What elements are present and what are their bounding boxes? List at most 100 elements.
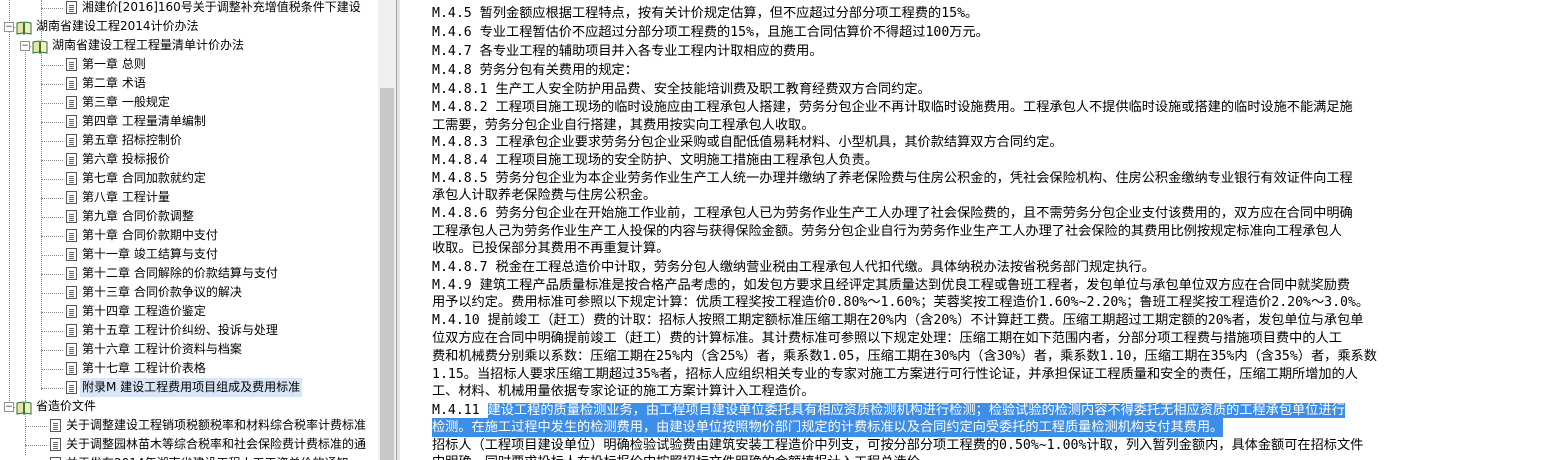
doc-line: M.4.8.7 税金在工程总造价中计取，劳务分包人缴纳营业税由工程承包人代扣代缴… (432, 260, 1155, 275)
doc-line: M.4.8.3 工程承包企业要求劳务分包企业采购或自配低值易耗材料、小型机具，其… (432, 135, 1063, 150)
tree-node[interactable]: 第十五章 工程计价纠纷、投诉与处理 (80, 321, 280, 340)
tree-connector (25, 45, 26, 455)
collapse-toggle-icon[interactable]: − (4, 22, 14, 32)
page-icon (66, 96, 77, 109)
page-icon (66, 362, 77, 375)
doc-line: M.4.10 提前竣工（赶工）费的计取：招标人按照工期定额标准压缩工期在20%内… (432, 313, 1364, 328)
tree-connector (41, 103, 63, 104)
page-icon (66, 381, 77, 394)
tree-node[interactable]: 第十三章 合同价款争议的解决 (80, 283, 244, 302)
page-icon (66, 305, 77, 318)
tree-connector (41, 388, 63, 389)
doc-line-prefix: M.4.11 (432, 403, 488, 418)
tree-node[interactable]: 关于发布2014年湖南省建设工程人工工资单价的通知 (64, 454, 351, 460)
page-icon (66, 58, 77, 71)
document-content: M.4.5 暂列金额应根据工程特点，按有关计价规定估算，但不应超过分部分项工程费… (400, 0, 1556, 460)
tree-node[interactable]: 第十一章 竣工结算与支付 (80, 245, 220, 264)
tree-connector (41, 8, 63, 9)
tree-node-label: 第九章 合同价款调整 (82, 209, 194, 223)
tree-node[interactable]: 第二章 术语 (80, 74, 148, 93)
tree-connector (41, 274, 63, 275)
tree-connector (41, 369, 63, 370)
tree-node[interactable]: 第一章 总则 (80, 55, 148, 74)
page-icon (66, 172, 77, 185)
tree-node[interactable]: 第九章 合同价款调整 (80, 207, 196, 226)
tree-node[interactable]: 第十章 合同价款期中支付 (80, 226, 220, 245)
document-tree[interactable]: 湘建价[2016]160号关于调整补充增值税条件下建设 − 湖南省建设工程2014计… (0, 0, 378, 460)
book-icon (16, 20, 32, 36)
tree-connector (41, 84, 63, 85)
doc-line: 中明确，同时要求投标人在投标报价中按照招标文件明确的金额填报计入工程总造价。 (432, 453, 933, 460)
tree-connector (9, 0, 10, 405)
collapse-toggle-icon[interactable]: − (20, 41, 30, 51)
tree-node[interactable]: 省造价文件 (34, 397, 98, 416)
tree-node-label: 关于发布2014年湖南省建设工程人工工资单价的通知 (64, 454, 351, 460)
page-icon (66, 286, 77, 299)
tree-node-label: 第十七章 工程计价表格 (82, 361, 206, 375)
doc-line: M.4.8.1 生产工人安全防护用品费、安全技能培训费及职工教育经费双方合同约定… (432, 82, 931, 97)
tree-node[interactable]: 第四章 工程量清单编制 (80, 112, 208, 131)
page-icon (66, 115, 77, 128)
doc-line: 费和机械费分别乘以系数：压缩工期在25%内（含25%）者，乘系数1.05，压缩工… (432, 349, 1377, 364)
tree-node[interactable]: 湘建价[2016]160号关于调整补充增值税条件下建设 (80, 0, 363, 17)
tree-connector (41, 179, 63, 180)
page-icon (66, 267, 77, 280)
tree-node[interactable]: 第五章 招标控制价 (80, 131, 184, 150)
doc-line: M.4.7 各专业工程的辅助项目并入各专业工程内计取相应的费用。 (432, 44, 823, 59)
tree-connector (41, 312, 63, 313)
tree-node[interactable]: 关于调整建设工程销项税额税率和材料综合税率计费标准 (64, 416, 368, 435)
page-icon (66, 229, 77, 242)
tree-connector (41, 198, 63, 199)
tree-node-label: 附录M 建设工程费用项目组成及费用标准 (80, 378, 303, 397)
doc-line: 收取。已投保部分其费用不再重复计算。 (432, 241, 670, 256)
book-icon (32, 39, 48, 55)
tree-node[interactable]: 第六章 投标报价 (80, 150, 172, 169)
tree-node[interactable]: 湖南省建设工程2014计价办法 (34, 17, 201, 36)
tree-node-label: 湘建价[2016]160号关于调整补充增值税条件下建设 (82, 0, 361, 14)
tree-node[interactable]: 第三章 一般规定 (80, 93, 172, 112)
tree-node[interactable]: 第十六章 工程计价资料与档案 (80, 340, 244, 359)
collapse-toggle-icon[interactable]: − (4, 402, 14, 412)
tree-node[interactable]: 第十七章 工程计价表格 (80, 359, 208, 378)
doc-line: 工、材料、机械用量依据专家论证的施工方案计算计入工程造价。 (432, 384, 815, 399)
doc-line: M.4.6 专业工程暂估价不应超过分部分项工程费的15%，且施工合同估算价不得超… (432, 25, 989, 40)
tree-connector (41, 255, 63, 256)
tree-node[interactable]: 第八章 工程计量 (80, 188, 172, 207)
tree-node-label: 第十六章 工程计价资料与档案 (82, 342, 242, 356)
tree-node[interactable]: 附录M 建设工程费用项目组成及费用标准 (80, 378, 303, 397)
doc-line: 承包人计取养老保险费与住房公积金。 (432, 188, 657, 203)
tree-scrollbar-thumb[interactable] (380, 88, 394, 460)
page-icon (66, 153, 77, 166)
tree-node[interactable]: 第七章 合同加款就约定 (80, 169, 208, 188)
tree-node-label: 第十二章 合同解除的价款结算与支付 (82, 266, 278, 280)
tree-connector (41, 65, 63, 66)
tree-node-label: 第二章 术语 (82, 76, 146, 90)
tree-node-label: 第四章 工程量清单编制 (82, 114, 206, 128)
page-icon (66, 77, 77, 90)
tree-connector (41, 331, 63, 332)
page-icon (66, 343, 77, 356)
tree-node[interactable]: 第十二章 合同解除的价款结算与支付 (80, 264, 280, 283)
doc-line: 检测。在施工过程中发生的检测费用，由建设单位按照物价部门规定的计费标准以及合同约… (432, 418, 1224, 437)
book-icon (16, 400, 32, 416)
tree-node[interactable]: 第十四章 工程造价鉴定 (80, 302, 208, 321)
tree-node-label: 关于调整园林苗木等综合税率和社会保险费计费标准的通 (66, 437, 367, 451)
tree-node-label: 省造价文件 (36, 399, 97, 413)
tree-node[interactable]: 湖南省建设工程工程量清单计价办法 (50, 36, 246, 55)
page-icon (66, 210, 77, 223)
tree-node-label: 第十四章 工程造价鉴定 (82, 304, 206, 318)
tree-node-label: 关于调整建设工程销项税额税率和材料综合税率计费标准 (66, 418, 367, 432)
doc-line: M.4.8.6 劳务分包企业在开始施工作业前，工程承包人已为劳务作业生产工人办理… (432, 206, 1353, 221)
tree-node[interactable]: 关于调整园林苗木等综合税率和社会保险费计费标准的通 (64, 435, 368, 454)
tree-node-label: 第八章 工程计量 (82, 190, 170, 204)
tree-node-label: 第十一章 竣工结算与支付 (82, 247, 218, 261)
doc-line: M.4.8.2 工程项目施工现场的临时设施应由工程承包人搭建，劳务分包企业不再计… (432, 100, 1353, 115)
tree-node-label: 第十三章 合同价款争议的解决 (82, 285, 242, 299)
tree-connector (41, 122, 63, 123)
page-icon (50, 438, 61, 451)
tree-connector (25, 426, 47, 427)
tree-node-label: 第七章 合同加款就约定 (82, 171, 206, 185)
tree-node-label: 第五章 招标控制价 (82, 133, 182, 147)
page-icon (50, 419, 61, 432)
page-icon (66, 248, 77, 261)
